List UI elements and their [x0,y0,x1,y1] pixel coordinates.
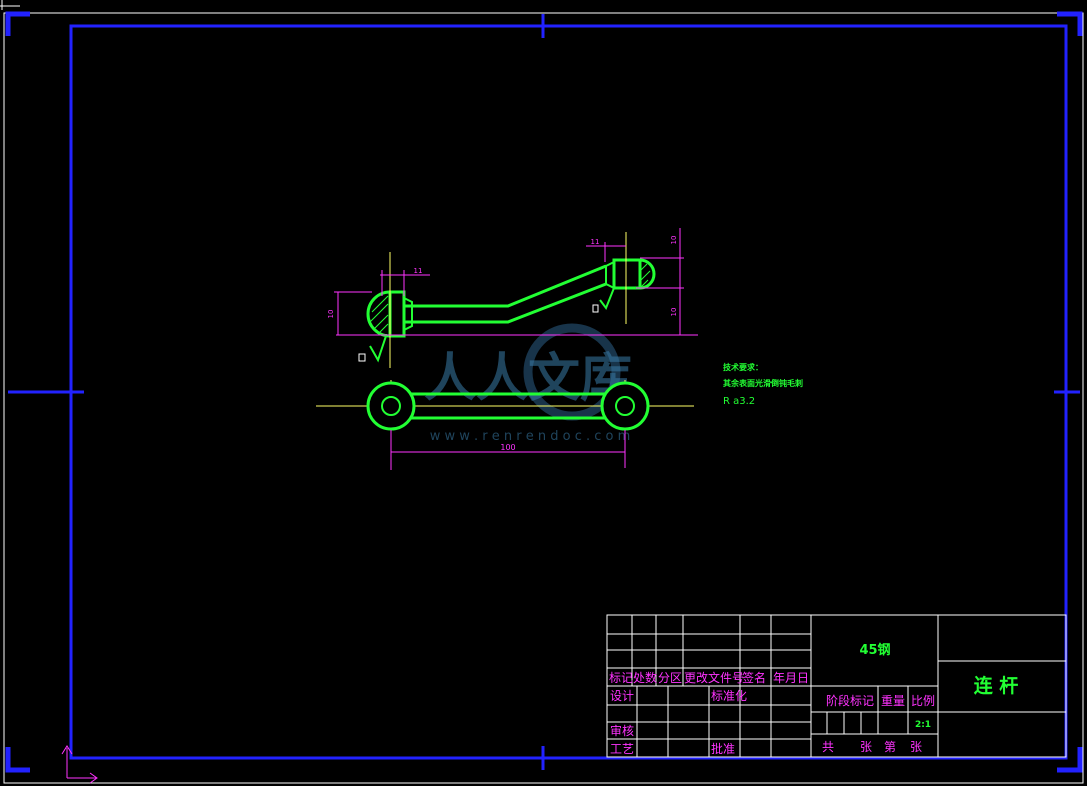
tb-standardize: 标准化 [711,689,747,703]
tb-scale-value: 2:1 [915,720,931,730]
tb-count: 处数 [633,670,657,685]
tb-review: 审核 [610,723,634,738]
tb-change-doc: 更改文件号 [684,670,744,685]
tb-zone: 分区 [658,671,682,685]
tb-part-name: 连 杆 [974,674,1019,697]
dim-length: 100 [500,443,515,452]
tb-sheets-total: 共 [822,740,834,754]
tb-sheets-unit1: 张 [860,740,872,754]
tech-line-1: 其余表面光滑倒钝毛刺 [723,378,803,388]
watermark: 人人文库 w w w . r e n r e n d o c . c o m [424,323,632,444]
tb-scale-label: 比例 [911,694,935,708]
tech-roughness: R a3.2 [723,396,755,407]
tb-weight: 重量 [881,694,905,708]
tb-material: 45钢 [859,642,890,658]
dim-right-bottom: 10 [670,308,678,317]
tb-stage-mark: 阶段标记 [826,693,874,708]
tb-date: 年月日 [773,671,809,685]
watermark-text: 人人文库 [424,349,632,409]
tb-design: 设计 [610,689,634,703]
top-view [316,380,694,470]
tb-sheets-unit2: 张 [910,740,922,754]
tb-process: 工艺 [610,742,634,756]
dim-right-boss: 11 [591,238,600,246]
tb-approve: 批准 [711,741,735,756]
ucs-icon [61,745,98,784]
tb-signature: 签名 [742,670,766,685]
tb-mark: 标记 [609,671,633,685]
cad-drawing: 人人文库 w w w . r e n r e n d o c . c o m 1… [0,0,1084,784]
tech-requirements: 技术要求： 其余表面光滑倒钝毛刺 R a3.2 [723,362,803,407]
tech-title: 技术要求： [723,362,763,372]
tb-sheet-no: 第 [884,740,896,754]
watermark-url: w w w . r e n r e n d o c . c o m [430,429,631,444]
dim-right-top: 10 [670,236,678,245]
dim-left-height: 10 [327,310,335,319]
dim-left-boss: 11 [414,267,423,275]
